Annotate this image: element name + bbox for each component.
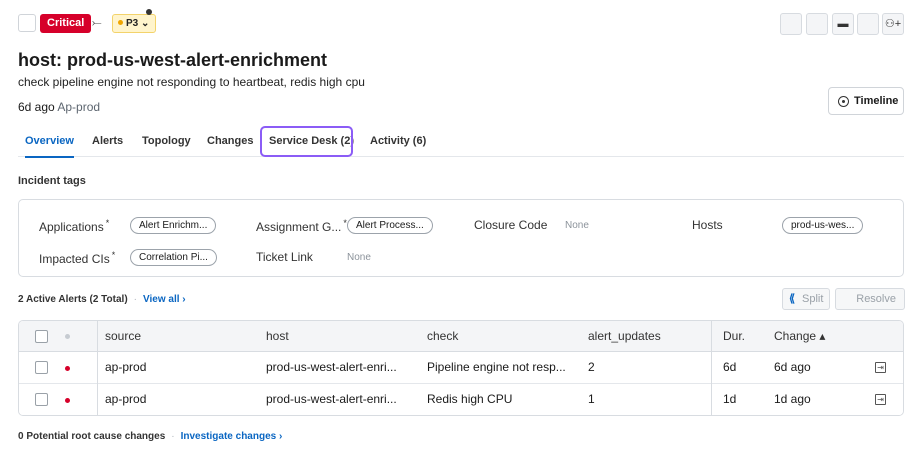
separator: · [171,431,175,442]
tab-overview[interactable]: Overview [25,126,74,158]
table-header: source host check alert_updates Dur. Cha… [19,321,903,352]
chevron-down-icon: ⌄ [141,18,150,29]
assignment-group-label: Assignment G... * [256,218,347,234]
priority-label: P3 [126,18,139,29]
split-icon: ⟪ [789,293,796,305]
cell-host: prod-us-west-alert-enri... [266,360,397,374]
open-alert-icon[interactable]: ⇥ [875,362,886,373]
root-cause-count: 0 Potential root cause changes [18,431,166,442]
investigate-changes-link[interactable]: Investigate changes › [181,431,283,442]
closure-code-value[interactable]: None [565,220,589,231]
cell-check: Pipeline engine not resp... [427,360,566,374]
column-header-host[interactable]: host [266,321,289,351]
assignment-group-chip[interactable]: Alert Process... [347,217,433,234]
column-header-change[interactable]: Change ▴ [774,321,825,351]
cell-source: ap-prod [105,392,147,406]
toolbar-button-2[interactable] [806,13,828,35]
tab-focus-ring [260,126,353,157]
timeline-icon [838,96,849,107]
comment-button[interactable]: ▬ [832,13,854,35]
split-label: Split [802,293,824,305]
cell-host: prod-us-west-alert-enri... [266,392,397,406]
tab-bar: Overview Alerts Topology Changes Service… [18,126,904,158]
comment-icon: ▬ [837,18,849,30]
tab-activity[interactable]: Activity (6) [370,126,426,157]
severity-badge[interactable]: Critical [40,14,92,33]
column-divider [711,321,712,415]
cell-alert-updates: 1 [588,392,595,406]
tab-changes[interactable]: Changes [207,126,253,157]
incident-tags-heading: Incident tags [18,175,86,187]
critical-status-dot-icon [65,366,70,371]
select-incident-checkbox[interactable] [18,14,36,32]
column-divider [97,321,98,415]
column-header-source[interactable]: source [105,321,141,351]
applications-chip[interactable]: Alert Enrichm... [130,217,217,234]
ticket-link-value[interactable]: None [347,252,371,263]
open-alert-icon[interactable]: ⇥ [875,394,886,405]
impacted-cis-chip[interactable]: Correlation Pi... [130,249,217,266]
view-all-link[interactable]: View all › [143,294,186,305]
impacted-cis-label: Impacted CIs * [39,250,116,266]
table-row[interactable]: ap-prod prod-us-west-alert-enri... Redis… [19,384,903,415]
route-icon[interactable]: ⤚ [92,15,102,30]
blank-square-icon [807,14,827,34]
cell-change: 1d ago [774,392,811,406]
critical-status-dot-icon [65,398,70,403]
split-button[interactable]: ⟪ Split [782,288,830,310]
cell-source: ap-prod [105,360,147,374]
priority-dropdown[interactable]: P3 ⌄ [112,14,157,33]
hosts-chip[interactable]: prod-us-wes... [782,217,864,234]
cell-check: Redis high CPU [427,392,513,406]
incident-source: Ap-prod [57,100,101,114]
add-user-icon: ⚇+ [884,18,902,30]
hosts-label: Hosts [692,218,723,232]
ticket-link-label: Ticket Link [256,250,313,264]
timeline-button[interactable]: Timeline [828,87,904,115]
alerts-count: 2 Active Alerts (2 Total) [18,294,128,305]
column-header-duration[interactable]: Dur. [723,321,745,351]
select-all-checkbox[interactable] [35,330,48,343]
column-header-alert-updates[interactable]: alert_updates [588,321,661,351]
priority-indicator-icon [146,9,152,15]
incident-age: 6d ago [18,100,55,114]
tab-topology[interactable]: Topology [142,126,191,157]
toolbar-button-4[interactable] [857,13,879,35]
add-user-button[interactable]: ⚇+ [882,13,904,35]
alerts-summary: 2 Active Alerts (2 Total) · View all › [18,294,186,305]
cell-alert-updates: 2 [588,360,595,374]
cell-change: 6d ago [774,360,811,374]
root-cause-summary: 0 Potential root cause changes · Investiga… [18,431,282,442]
incident-meta: 6d ago Ap-prod [18,100,100,114]
column-header-check[interactable]: check [427,321,458,351]
row-checkbox[interactable] [35,393,48,406]
incident-header-bar: Critical ⤚ P3 ⌄ ▬ ⚇+ [0,0,914,44]
page-title: host: prod-us-west-alert-enrichment [18,50,328,70]
incident-tags-panel: Applications * Alert Enrichm... Assignmen… [18,199,904,277]
blank-square-icon [781,14,801,34]
cell-duration: 6d [723,360,737,374]
closure-code-label: Closure Code [474,218,548,232]
resolve-button[interactable]: Resolve [835,288,905,310]
toolbar-button-1[interactable] [780,13,802,35]
timeline-label: Timeline [854,95,899,107]
separator: · [133,294,138,305]
blank-square-icon [858,14,878,34]
priority-dot-icon [118,20,123,25]
row-checkbox[interactable] [35,361,48,374]
alerts-table: source host check alert_updates Dur. Cha… [18,320,904,416]
status-column-icon [65,334,70,339]
tab-alerts[interactable]: Alerts [92,126,123,157]
applications-label: Applications * [39,218,110,234]
cell-duration: 1d [723,392,737,406]
incident-description: check pipeline engine not responding to … [18,75,365,89]
table-row[interactable]: ap-prod prod-us-west-alert-enri... Pipel… [19,352,903,384]
